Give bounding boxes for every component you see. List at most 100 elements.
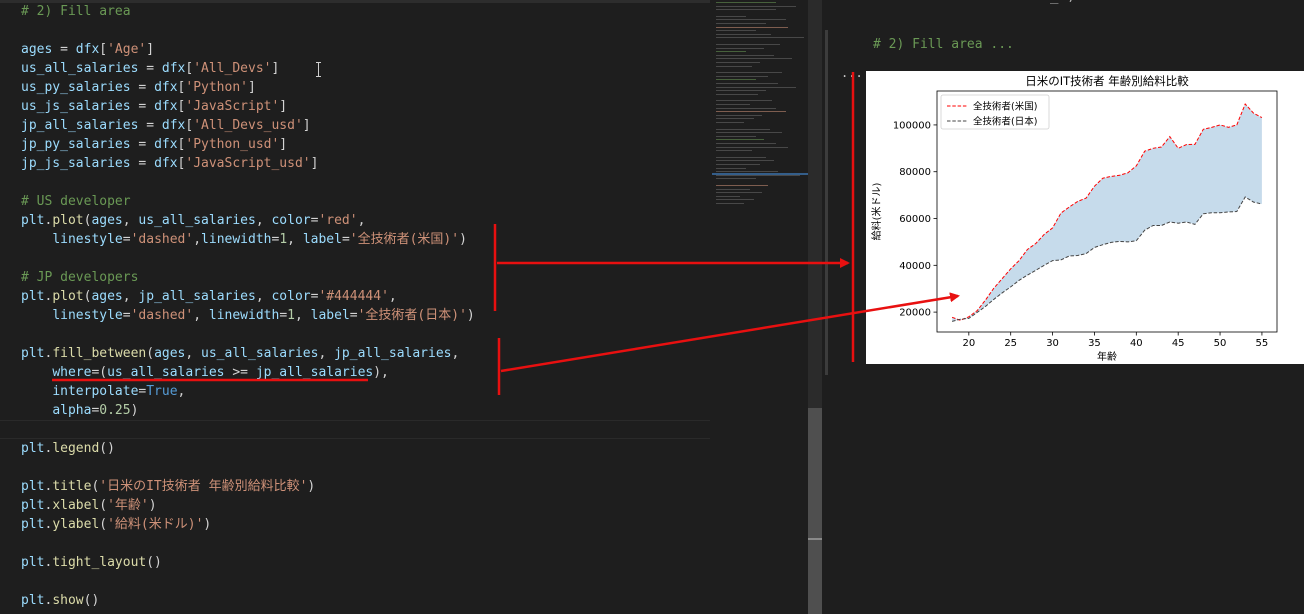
code-line[interactable]	[21, 249, 475, 268]
code-token: 'red'	[318, 213, 358, 228]
code-token: us_js_salaries	[21, 99, 131, 114]
code-line[interactable]: plt.show()	[21, 591, 475, 610]
code-line[interactable]	[21, 458, 475, 477]
y-tick-label: 80000	[899, 167, 931, 178]
code-token: (	[146, 346, 155, 361]
code-line[interactable]: interpolate=True,	[21, 382, 475, 401]
output-cell-title[interactable]: # 2) Fill area ...	[873, 37, 1014, 52]
code-token: ]	[146, 42, 155, 57]
x-tick-label: 45	[1172, 338, 1185, 349]
code-token: ]	[248, 80, 256, 95]
code-line[interactable]: linestyle='dashed', linewidth=1, label='…	[21, 306, 475, 325]
code-token: ages	[91, 213, 123, 228]
code-token: True	[146, 384, 178, 399]
code-line[interactable]: plt.fill_between(ages, us_all_salaries, …	[21, 344, 475, 363]
code-line[interactable]	[21, 420, 475, 439]
code-token: ]	[302, 118, 311, 133]
code-line[interactable]: jp_py_salaries = dfx['Python_usd']	[21, 135, 475, 154]
code-line[interactable]	[21, 572, 475, 591]
minimap-line	[716, 192, 762, 194]
code-line[interactable]: plt.plot(ages, jp_all_salaries, color='#…	[21, 287, 475, 306]
output-scrollbar[interactable]	[825, 30, 828, 375]
code-line[interactable]	[21, 534, 475, 553]
code-line[interactable]: us_js_salaries = dfx['JavaScript']	[21, 97, 475, 116]
code-token: =	[138, 61, 162, 76]
code-token: label	[302, 232, 342, 247]
code-token: 'Python'	[185, 80, 248, 95]
code-line[interactable]: # US developer	[21, 192, 475, 211]
code-line[interactable]: plt.xlabel('年齢')	[21, 496, 475, 515]
code-block[interactable]: # 2) Fill area ages = dfx['Age'] us_all_s…	[21, 2, 475, 610]
code-token: us_all_salaries	[201, 346, 319, 361]
code-line[interactable]: # JP developers	[21, 268, 475, 287]
code-token: =	[52, 42, 76, 57]
code-line[interactable]: us_all_salaries = dfx['All_Devs']	[21, 59, 475, 78]
x-tick-label: 40	[1130, 338, 1143, 349]
code-line[interactable]: alpha=0.25)	[21, 401, 475, 420]
code-line[interactable]	[21, 325, 475, 344]
code-line[interactable]	[21, 21, 475, 40]
code-token: 'dashed'	[130, 308, 194, 323]
y-tick-label: 60000	[899, 214, 931, 225]
code-line[interactable]: plt.ylabel('給料(米ドル)')	[21, 515, 475, 534]
code-line[interactable]: where=(us_all_salaries >= jp_all_salarie…	[21, 363, 475, 382]
minimap-line	[716, 188, 750, 190]
minimap-line	[716, 72, 782, 74]
code-token: ,	[185, 346, 202, 361]
code-token: jp_all_salaries	[138, 289, 256, 304]
minimap-line	[716, 150, 752, 152]
code-token: '全技術者(米国)'	[349, 232, 460, 247]
minimap-line	[716, 107, 776, 109]
code-line[interactable]: linestyle='dashed',linewidth=1, label='全…	[21, 230, 475, 249]
code-line[interactable]: ages = dfx['Age']	[21, 40, 475, 59]
minimap-line	[716, 195, 740, 197]
code-token: us_all_salaries	[107, 365, 225, 380]
legend-label: 全技術者(米国)	[973, 101, 1037, 113]
minimap-line	[716, 54, 774, 56]
code-line[interactable]: us_py_salaries = dfx['Python']	[21, 78, 475, 97]
code-token: ]	[279, 99, 288, 114]
code-token: '給料(米ドル)'	[107, 517, 204, 532]
code-line[interactable]: plt.title('日米のIT技術者 年齢別給料比較')	[21, 477, 475, 496]
y-tick-label: 20000	[899, 308, 931, 319]
minimap-line	[716, 164, 760, 165]
output-more-actions-icon[interactable]: ...	[841, 66, 863, 80]
code-token: dfx	[161, 118, 186, 133]
code-line[interactable]: # 2) Fill area	[21, 2, 475, 21]
minimap-line	[716, 44, 780, 45]
code-line[interactable]: jp_all_salaries = dfx['All_Devs_usd']	[21, 116, 475, 135]
minimap-line	[716, 132, 782, 134]
code-line[interactable]	[21, 173, 475, 192]
code-token: )	[148, 498, 157, 513]
code-editor[interactable]: # 2) Fill area ages = dfx['Age'] us_all_s…	[0, 0, 710, 614]
code-token: '全技術者(日本)'	[357, 308, 467, 323]
code-token: interpolate	[52, 384, 139, 399]
code-token: =	[279, 308, 288, 323]
minimap-line	[716, 203, 744, 204]
code-token: ,	[193, 308, 209, 323]
code-token: jp_py_salaries	[21, 137, 131, 152]
code-token: plt	[21, 517, 45, 532]
minimap-line	[716, 58, 792, 60]
code-line[interactable]: plt.tight_layout()	[21, 553, 475, 572]
minimap-line	[716, 33, 771, 35]
code-token: us_all_salaries	[138, 213, 256, 228]
x-tick-label: 55	[1256, 338, 1269, 349]
code-token: legend	[52, 441, 100, 456]
code-token: dfx	[161, 61, 186, 76]
code-token: ages	[91, 289, 123, 304]
y-tick-label: 40000	[899, 261, 931, 272]
code-token: )	[466, 308, 475, 323]
minimap[interactable]	[712, 0, 808, 614]
code-line[interactable]: jp_js_salaries = dfx['JavaScript_usd']	[21, 154, 475, 173]
minimap-line	[716, 86, 796, 88]
code-token: color	[271, 213, 311, 228]
code-token: 'Age'	[107, 42, 147, 57]
code-token: 'JavaScript_usd'	[185, 156, 311, 171]
editor-scrollbar-thumb[interactable]	[808, 408, 822, 614]
code-line[interactable]: plt.legend()	[21, 439, 475, 458]
code-token: ages	[154, 346, 186, 361]
code-token: ,	[318, 346, 335, 361]
minimap-line	[716, 160, 774, 162]
code-line[interactable]: plt.plot(ages, us_all_salaries, color='r…	[21, 211, 475, 230]
